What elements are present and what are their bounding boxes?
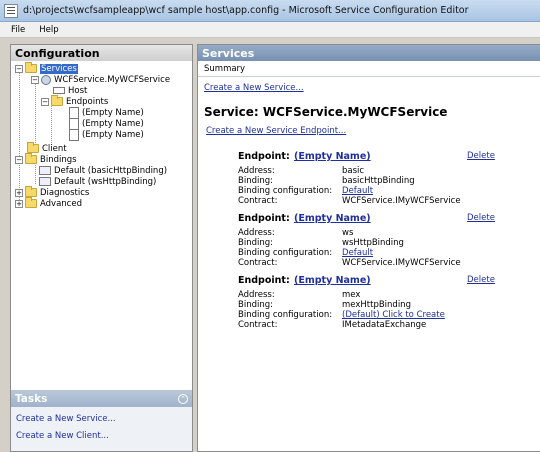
endpoint-label: Endpoint: (238, 213, 290, 224)
tree-label-advanced: Advanced (40, 198, 82, 209)
tree-label-diagnostics: Diagnostics (40, 187, 90, 198)
endpoint-label: Endpoint: (238, 275, 290, 286)
binding-config-link[interactable]: Default (342, 186, 373, 196)
create-client-task-link[interactable]: Create a New Client... (16, 431, 109, 441)
address-label: Address: (238, 166, 275, 176)
tree-label-host: Host (68, 85, 88, 96)
window-title: d:\projects\wcfsampleapp\wcf sample host… (23, 5, 469, 16)
tree-item-host[interactable]: Host (53, 85, 87, 96)
endpoint-label: Endpoint: (238, 151, 290, 162)
tree-label-endpoint: (Empty Name) (82, 118, 144, 129)
folder-icon (25, 197, 37, 208)
tree-item-service[interactable]: − WCFService.MyWCFService (31, 74, 170, 85)
delete-endpoint-link[interactable]: Delete (467, 275, 495, 285)
folder-icon (25, 186, 37, 197)
binding-config-label: Binding configuration: (238, 310, 333, 320)
tree-item-bindings[interactable]: − Bindings (15, 153, 77, 165)
endpoint-icon (69, 128, 79, 141)
address-label: Address: (238, 290, 275, 300)
create-service-task-link[interactable]: Create a New Service... (16, 414, 116, 424)
menu-file[interactable]: File (4, 25, 32, 35)
menu-help[interactable]: Help (32, 25, 65, 35)
binding-config-link[interactable]: (Default) Click to Create (342, 310, 445, 320)
expand-icon[interactable]: + (15, 199, 23, 208)
tree-label-binding: Default (wsHttpBinding) (54, 176, 157, 187)
folder-icon (27, 142, 39, 153)
tree-line (35, 81, 36, 147)
folder-icon (51, 95, 63, 106)
collapse-icon[interactable]: − (15, 64, 23, 73)
tree-line (19, 71, 20, 202)
binding-config-label: Binding configuration: (238, 248, 333, 258)
address-value: ws (342, 228, 354, 238)
endpoint-name-link[interactable]: (Empty Name) (294, 213, 371, 224)
tree-item-endpoint[interactable]: (Empty Name) (69, 106, 144, 119)
app-icon (4, 3, 18, 18)
services-header: Services (198, 45, 540, 61)
endpoint-name-link[interactable]: (Empty Name) (294, 151, 371, 162)
address-label: Address: (238, 228, 275, 238)
address-value: mex (342, 290, 361, 300)
host-icon (53, 87, 65, 94)
collapse-icon[interactable]: − (15, 155, 23, 164)
expand-icon[interactable]: + (15, 188, 23, 197)
service-icon (41, 74, 51, 85)
tree-line (35, 162, 36, 184)
tree-item-binding[interactable]: Default (basicHttpBinding) (39, 165, 167, 176)
collapse-icon[interactable]: − (31, 75, 39, 84)
menu-bar: File Help (0, 22, 540, 38)
tree-label-endpoint: (Empty Name) (82, 129, 144, 140)
binding-icon (39, 166, 51, 175)
contract-value: WCFService.IMyWCFService (342, 258, 461, 268)
contract-label: Contract: (238, 320, 278, 330)
create-service-link[interactable]: Create a New Service... (204, 83, 304, 93)
binding-label: Binding: (238, 300, 273, 310)
tree-label-services: Services (40, 63, 78, 74)
tree-label-endpoint: (Empty Name) (82, 107, 144, 118)
binding-config-link[interactable]: Default (342, 248, 373, 258)
service-title: Service: WCFService.MyWCFService (204, 105, 448, 119)
tree-item-client[interactable]: Client (27, 142, 67, 154)
folder-icon (25, 153, 37, 164)
tree-item-advanced[interactable]: + Advanced (15, 197, 82, 209)
binding-value: basicHttpBinding (342, 176, 415, 186)
contract-label: Contract: (238, 196, 278, 206)
tree-line (51, 102, 52, 147)
tree-item-endpoints[interactable]: − Endpoints (41, 95, 109, 107)
endpoint-name-link[interactable]: (Empty Name) (294, 275, 371, 286)
tree-label-bindings: Bindings (40, 154, 77, 165)
create-endpoint-link[interactable]: Create a New Service Endpoint... (206, 126, 346, 136)
contract-value: WCFService.IMyWCFService (342, 196, 461, 206)
tree-item-binding[interactable]: Default (wsHttpBinding) (39, 176, 156, 187)
folder-icon (25, 62, 37, 73)
binding-label: Binding: (238, 238, 273, 248)
contract-value: IMetadataExchange (342, 320, 427, 330)
title-bar: d:\projects\wcfsampleapp\wcf sample host… (0, 0, 540, 22)
binding-config-label: Binding configuration: (238, 186, 333, 196)
delete-endpoint-link[interactable]: Delete (467, 151, 495, 161)
tasks-panel: Tasks ⌃ Create a New Service... Create a… (11, 390, 192, 451)
binding-value: wsHttpBinding (342, 238, 404, 248)
tree-label-endpoints: Endpoints (66, 96, 109, 107)
tree-label-service: WCFService.MyWCFService (54, 74, 171, 85)
binding-icon (39, 177, 51, 186)
delete-endpoint-link[interactable]: Delete (467, 213, 495, 223)
tree-label-binding: Default (basicHttpBinding) (54, 165, 168, 176)
tree-item-endpoint[interactable]: (Empty Name) (69, 128, 144, 141)
tree-item-endpoint[interactable]: (Empty Name) (69, 117, 144, 130)
tree-label-client: Client (42, 143, 67, 154)
binding-value: mexHttpBinding (342, 300, 411, 310)
configuration-pane: Configuration − Services − WCFService.My… (10, 44, 193, 452)
address-value: basic (342, 166, 365, 176)
services-pane: Services Summary Create a New Service...… (197, 44, 540, 452)
contract-label: Contract: (238, 258, 278, 268)
collapse-icon[interactable]: − (41, 97, 49, 106)
chevron-up-icon[interactable]: ⌃ (178, 394, 188, 404)
configuration-header: Configuration (11, 45, 192, 61)
tab-summary[interactable]: Summary (198, 61, 540, 77)
tasks-header: Tasks (11, 391, 192, 407)
binding-label: Binding: (238, 176, 273, 186)
tree-item-services[interactable]: − Services (15, 62, 78, 74)
configuration-tree: − Services − WCFService.MyWCFService Hos… (11, 61, 192, 433)
